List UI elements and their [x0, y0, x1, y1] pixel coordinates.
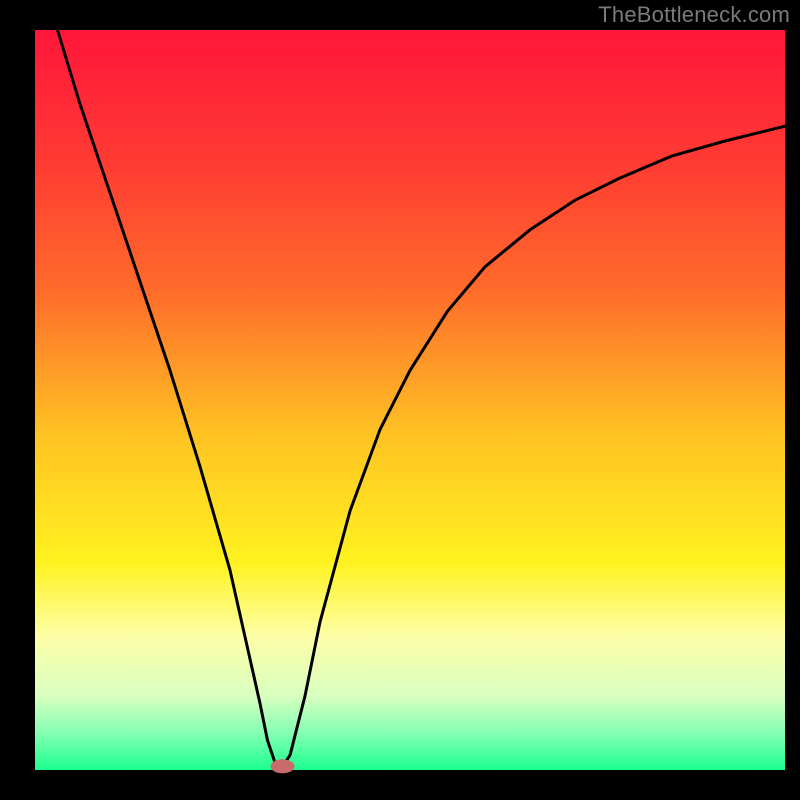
- chart-container: TheBottleneck.com: [0, 0, 800, 800]
- optimal-point-marker: [271, 759, 295, 773]
- plot-background: [35, 30, 785, 770]
- bottleneck-chart: [0, 0, 800, 800]
- watermark-text: TheBottleneck.com: [598, 2, 790, 28]
